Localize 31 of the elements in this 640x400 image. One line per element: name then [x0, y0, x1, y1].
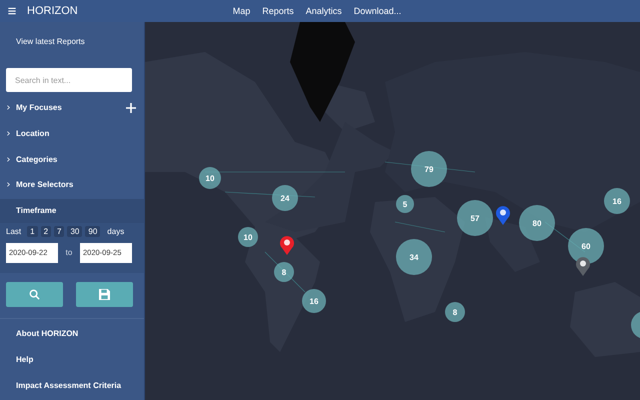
filter-item[interactable]: Location: [16, 129, 144, 138]
nav-link[interactable]: Reports: [262, 6, 294, 16]
app-title: HORIZON: [27, 5, 78, 17]
map-pin-icon[interactable]: [575, 256, 591, 276]
day-preset-button[interactable]: 30: [67, 226, 82, 237]
sidebar-link[interactable]: Impact Assessment Criteria: [16, 380, 144, 391]
timeframe-heading: Timeframe: [0, 198, 144, 223]
days-label: days: [107, 226, 124, 236]
add-icon[interactable]: [126, 102, 136, 113]
sidebar-link[interactable]: About HORIZON: [16, 328, 144, 339]
nav-link[interactable]: Analytics: [306, 6, 342, 16]
menu-icon[interactable]: ≡: [1, 2, 23, 20]
search-button[interactable]: [6, 282, 63, 307]
to-label: to: [64, 248, 74, 258]
save-button[interactable]: [76, 282, 133, 307]
search-field[interactable]: Search in text...: [6, 68, 132, 92]
day-preset-button[interactable]: 1: [27, 226, 38, 237]
sidebar-link[interactable]: Help: [16, 354, 144, 365]
nav-link[interactable]: Map: [232, 6, 250, 16]
day-preset-button[interactable]: 7: [54, 226, 64, 237]
filter-item[interactable]: My Focuses: [16, 103, 126, 112]
filter-item[interactable]: Categories: [16, 154, 144, 164]
map-pin-icon[interactable]: [495, 205, 511, 225]
nav-link[interactable]: Download...: [354, 6, 402, 16]
search-icon: [29, 288, 40, 300]
day-preset-button[interactable]: 90: [85, 226, 100, 237]
latest-reports-link[interactable]: View latest Reports: [0, 22, 144, 54]
filter-item[interactable]: More Selectors: [16, 180, 144, 190]
map-pin-icon[interactable]: [279, 235, 295, 255]
last-label: Last: [6, 226, 22, 236]
day-preset-button[interactable]: 2: [40, 226, 52, 237]
